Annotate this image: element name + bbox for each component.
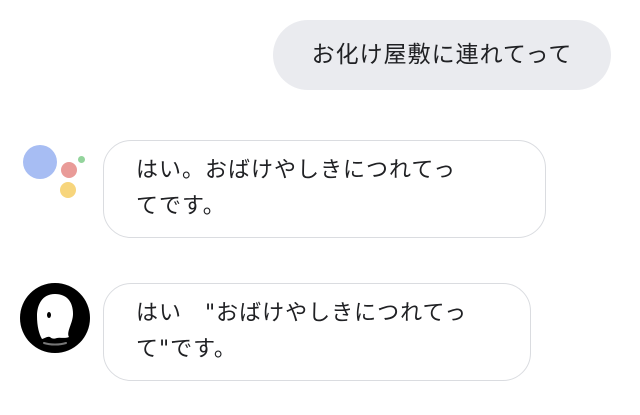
ghost-avatar[interactable] <box>20 283 90 353</box>
assistant-yellow-dot <box>60 182 76 198</box>
app-message-bubble: はい "おばけやしきにつれてっ て"です。 <box>103 283 531 381</box>
assistant-red-dot <box>61 162 77 178</box>
assistant-green-dot <box>78 156 85 163</box>
user-message-text: お化け屋敷に連れてって <box>311 42 573 68</box>
ghost-icon <box>37 294 73 346</box>
assistant-blue-dot <box>23 145 57 179</box>
assistant-message-bubble: はい。おばけやしきにつれてっ てです。 <box>103 140 546 238</box>
google-assistant-logo-icon <box>20 142 92 208</box>
app-message-line: はい "おばけやしきにつれてっ <box>136 301 468 326</box>
user-message-bubble: お化け屋敷に連れてって <box>273 20 611 90</box>
assistant-message-line: てです。 <box>136 194 226 219</box>
assistant-message-line: はい。おばけやしきにつれてっ <box>136 158 457 183</box>
app-message-line: て"です。 <box>136 337 237 362</box>
